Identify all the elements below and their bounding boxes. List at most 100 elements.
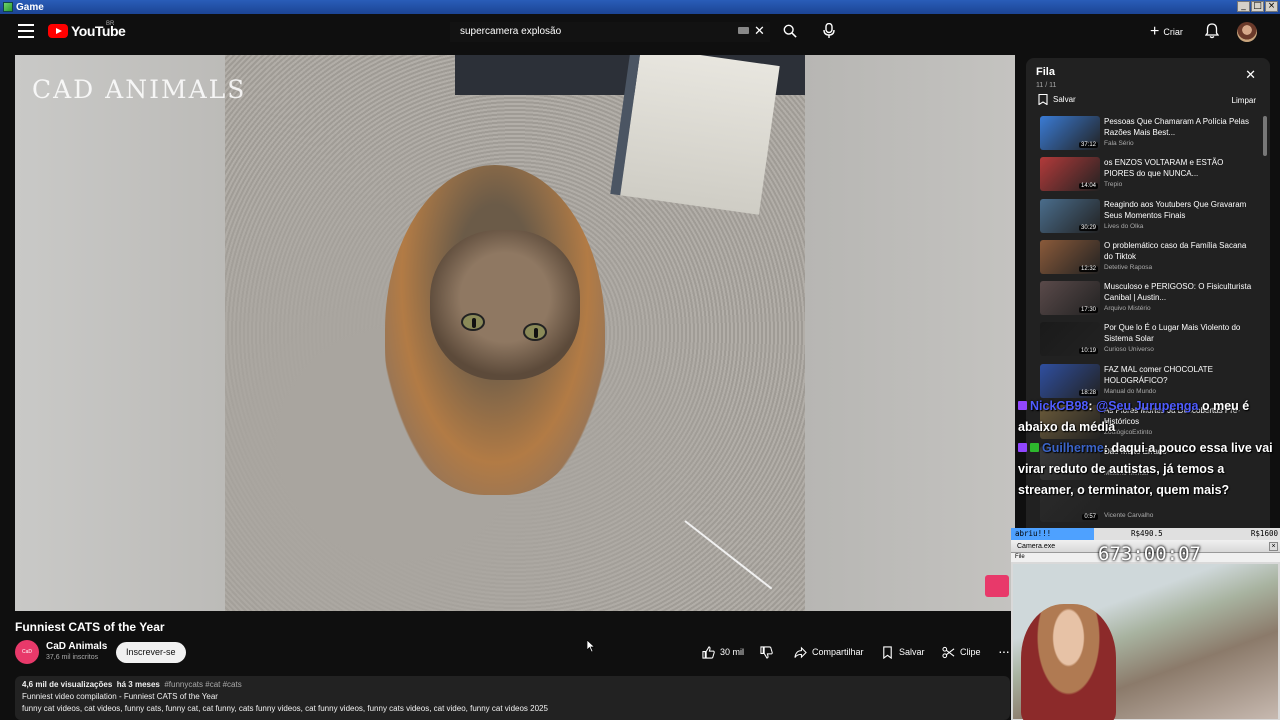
dislike-button[interactable]: [760, 642, 773, 662]
webcam-close-icon[interactable]: ×: [1269, 542, 1278, 551]
queue-duration: 14:04: [1078, 183, 1098, 190]
queue-count: 11 / 11: [1036, 82, 1057, 89]
queue-item-channel: Vicente Carvalho: [1104, 511, 1154, 519]
youtube-play-icon: [48, 24, 68, 38]
goal-target: R$1600: [1250, 529, 1278, 538]
window-controls: _ □ ×: [1237, 1, 1278, 12]
queue-item-title: Musculoso e PERIGOSO: O Fisiculturista C…: [1104, 282, 1252, 303]
video-title: Funniest CATS of the Year: [15, 620, 165, 634]
masthead: YouTube BR ✕ + Criar: [0, 14, 1280, 48]
goal-label: abriu!!!: [1015, 529, 1052, 538]
window-title: Game: [16, 1, 44, 13]
more-actions-icon[interactable]: ···: [998, 644, 1010, 658]
create-button[interactable]: + Criar: [1150, 23, 1183, 41]
queue-item-channel: Lives do Olka: [1104, 222, 1144, 230]
webcam-window: Camera.exe × File: [1011, 540, 1280, 720]
bookmark-icon: [1038, 94, 1048, 105]
webcam-feed: [1013, 564, 1278, 720]
chat-badge-icon: [1018, 443, 1027, 452]
queue-item-title: O problemático caso da Família Sacana do…: [1104, 240, 1247, 261]
description-line-2: funny cat videos, cat videos, funny cats…: [22, 704, 548, 713]
like-button[interactable]: 30 mil: [702, 642, 744, 662]
hashtags[interactable]: #funnycats #cat #cats: [164, 680, 241, 689]
search-icon[interactable]: [783, 24, 797, 38]
chat-username: Guilherme: [1042, 441, 1104, 455]
channel-branding-icon[interactable]: [985, 575, 1009, 597]
queue-duration: 30:29: [1078, 224, 1098, 231]
stream-chat-overlay: NickCB98: @Seu Jurupenga o meu é abaixo …: [1018, 396, 1276, 501]
close-window-button[interactable]: ×: [1265, 1, 1278, 12]
clip-label: Clipe: [960, 647, 981, 657]
queue-clear-button[interactable]: Limpar: [1232, 96, 1256, 105]
cat-eye-right: [523, 323, 547, 341]
queue-scrollbar[interactable]: [1263, 116, 1267, 156]
queue-duration: 37:12: [1078, 142, 1098, 148]
clear-search-icon[interactable]: ✕: [754, 23, 765, 39]
minimize-button[interactable]: _: [1237, 1, 1250, 12]
clip-button[interactable]: Clipe: [942, 642, 981, 662]
cable: [684, 520, 773, 590]
search-input[interactable]: [450, 21, 770, 42]
queue-item[interactable]: 14:04 os ENZOS VOLTARAM e ESTÃO PIORES do…: [1026, 157, 1270, 198]
chat-username: NickCB98: [1030, 399, 1089, 413]
queue-item-title: os ENZOS VOLTARAM e ESTÃO PIORES do que …: [1104, 158, 1224, 179]
queue-item[interactable]: 17:30 Musculoso e PERIGOSO: O Fisiculturi…: [1026, 281, 1270, 322]
create-label: Criar: [1163, 27, 1183, 37]
save-button[interactable]: Salvar: [881, 642, 925, 662]
hamburger-menu-icon[interactable]: [18, 24, 34, 38]
plus-icon: +: [1150, 23, 1160, 40]
queue-duration: 18:28: [1078, 389, 1098, 396]
video-frame: [225, 55, 805, 611]
streamer: [1021, 604, 1116, 720]
microphone-icon[interactable]: [822, 23, 836, 39]
queue-save-button[interactable]: Salvar: [1038, 94, 1076, 105]
channel-watermark: CAD ANIMALS: [32, 75, 247, 104]
thumbs-up-icon: [702, 645, 715, 659]
queue-duration: 0:57: [1082, 513, 1098, 520]
close-queue-icon[interactable]: ✕: [1245, 67, 1256, 83]
subscribe-button[interactable]: Inscrever-se: [116, 642, 186, 663]
country-code: BR: [106, 21, 115, 27]
channel-name[interactable]: CaD Animals: [46, 641, 107, 652]
chat-badge-icon: [1018, 401, 1027, 410]
maximize-button[interactable]: □: [1251, 1, 1264, 12]
view-count: 4,6 mil de visualizações: [22, 680, 113, 689]
queue-item[interactable]: 12:32 O problemático caso da Família Saca…: [1026, 239, 1270, 281]
queue-thumbnail: 37:12: [1040, 116, 1100, 150]
video-description[interactable]: 4,6 mil de visualizações há 3 meses #fun…: [15, 676, 1010, 720]
keyboard-icon[interactable]: [738, 27, 749, 34]
queue-thumbnail: 12:32: [1040, 239, 1100, 274]
channel-avatar[interactable]: CaD: [15, 640, 39, 664]
queue-thumbnail: 18:28: [1040, 363, 1100, 398]
subathon-timer: 673:00:07: [1098, 543, 1201, 565]
goal-current: R$490.5: [1131, 529, 1163, 538]
like-count: 30 mil: [720, 647, 745, 657]
save-icon: [883, 645, 892, 659]
chat-message: Guilherme: daqui a pouco essa live vai v…: [1018, 438, 1276, 501]
notifications-bell-icon[interactable]: [1205, 23, 1219, 39]
mouse-cursor-icon: [587, 640, 595, 652]
user-avatar[interactable]: [1237, 22, 1257, 42]
video-player[interactable]: CAD ANIMALS: [15, 55, 1015, 611]
queue-item-title: FAZ MAL comer CHOCOLATE HOLOGRÁFICO?: [1104, 364, 1213, 385]
queue-item[interactable]: 37:12 Pessoas Que Chamaram A Polícia Pela…: [1026, 116, 1270, 157]
upload-age: há 3 meses: [116, 680, 160, 689]
queue-thumbnail: 10:19: [1040, 322, 1100, 357]
app-icon: [3, 2, 13, 12]
queue-item[interactable]: 30:29 Reagindo aos Youtubers Que Gravaram…: [1026, 198, 1270, 240]
description-line-1: Funniest video compilation - Funniest CA…: [22, 692, 218, 701]
share-button[interactable]: Compartilhar: [794, 642, 864, 662]
queue-item-channel: Manual do Mundo: [1104, 387, 1157, 395]
queue-item-channel: Arquivo Mistério: [1104, 305, 1151, 313]
window-title-bar: Game _ □ ×: [0, 0, 1280, 14]
cat-face: [430, 230, 580, 380]
queue-save-label: Salvar: [1053, 95, 1076, 104]
search-box: ✕: [450, 21, 808, 42]
queue-item-channel: Trepio: [1104, 181, 1123, 189]
queue-thumbnail: 17:30: [1040, 281, 1100, 316]
queue-item-channel: Detetive Raposa: [1104, 263, 1153, 271]
queue-item[interactable]: 10:19 Por Que lo É o Lugar Mais Violento …: [1026, 322, 1270, 363]
donation-goal-bar: abriu!!! R$490.5 R$1600: [1011, 528, 1280, 540]
queue-duration: 12:32: [1078, 265, 1098, 272]
chat-mention: @Seu Jurupenga: [1096, 399, 1199, 413]
